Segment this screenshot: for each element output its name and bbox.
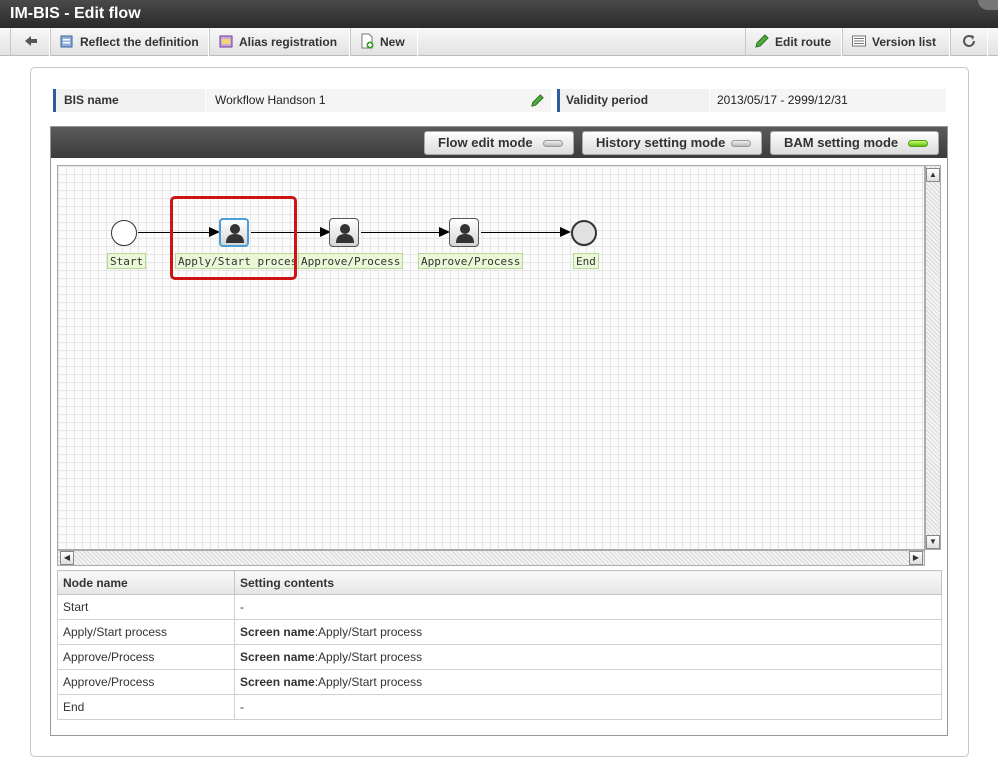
validity-label-cell: Validity period xyxy=(557,89,709,112)
flow-arrow xyxy=(481,227,571,237)
version-list-button[interactable]: Version list xyxy=(842,28,950,56)
flow-edit-mode-toggle[interactable]: Flow edit mode xyxy=(424,131,574,155)
node-name-cell: Approve/Process xyxy=(57,669,235,695)
horizontal-scrollbar[interactable]: ◀ ▶ xyxy=(57,550,925,566)
table-row[interactable]: Approve/Process Screen name:Apply/Start … xyxy=(57,644,942,670)
bis-name-value: Workflow Handson 1 xyxy=(215,93,326,107)
toolbar: Reflect the definition Alias registratio… xyxy=(0,28,998,56)
table-row[interactable]: Start - xyxy=(57,594,942,620)
scroll-right-button[interactable]: ▶ xyxy=(909,551,923,565)
bam-setting-mode-toggle[interactable]: BAM setting mode xyxy=(770,131,939,155)
end-node[interactable] xyxy=(571,220,597,246)
node-settings-table: Node name Setting contents Start - Apply… xyxy=(57,570,942,720)
alias-registration-icon xyxy=(219,35,233,48)
back-button[interactable] xyxy=(10,28,50,56)
bis-name-field: Workflow Handson 1 xyxy=(206,89,551,112)
new-button[interactable]: New xyxy=(350,28,418,56)
node-name-cell: Approve/Process xyxy=(57,644,235,670)
reflect-definition-button[interactable]: Reflect the definition xyxy=(50,28,209,56)
reflect-definition-icon xyxy=(60,35,73,48)
bis-name-label: BIS name xyxy=(64,93,119,107)
setting-contents-header: Setting contents xyxy=(234,570,942,595)
bis-name-label-cell: BIS name xyxy=(53,89,205,112)
pencil-icon xyxy=(755,34,769,48)
start-node[interactable] xyxy=(111,220,137,246)
scroll-up-button[interactable]: ▲ xyxy=(926,168,940,182)
table-row[interactable]: Apply/Start process Screen name:Apply/St… xyxy=(57,619,942,645)
user-icon xyxy=(456,224,474,243)
user-icon xyxy=(336,224,354,243)
setting-cell: Screen name:Apply/Start process xyxy=(234,644,942,670)
end-node-label: End xyxy=(573,253,599,269)
node-name-header: Node name xyxy=(57,570,235,595)
scroll-down-button[interactable]: ▼ xyxy=(926,535,940,549)
history-setting-mode-toggle[interactable]: History setting mode xyxy=(582,131,762,155)
edit-route-button[interactable]: Edit route xyxy=(745,28,842,56)
node-name-cell: Start xyxy=(57,594,235,620)
bam-indicator xyxy=(908,140,928,147)
edit-pencil-icon[interactable] xyxy=(530,93,545,108)
node-name-cell: End xyxy=(57,694,235,720)
refresh-icon xyxy=(963,35,975,47)
setting-cell: Screen name:Apply/Start process xyxy=(234,669,942,695)
scroll-left-button[interactable]: ◀ xyxy=(60,551,74,565)
vertical-scrollbar[interactable]: ▲ ▼ xyxy=(925,165,941,550)
table-row[interactable]: Approve/Process Screen name:Apply/Start … xyxy=(57,669,942,695)
window-titlebar: IM-BIS - Edit flow xyxy=(0,0,998,28)
flow-arrow xyxy=(361,227,450,237)
list-icon xyxy=(852,35,866,47)
node-name-cell: Apply/Start process xyxy=(57,619,235,645)
window-title: IM-BIS - Edit flow xyxy=(10,5,141,22)
validity-value: 2013/05/17 - 2999/12/31 xyxy=(710,89,946,112)
arrow-left-icon xyxy=(25,36,37,46)
approve-node-2-label: Approve/Process xyxy=(418,253,524,269)
history-indicator xyxy=(731,140,751,147)
selection-highlight xyxy=(170,196,297,280)
approve-node-1-label: Approve/Process xyxy=(298,253,404,269)
flow-edit-indicator xyxy=(543,140,563,147)
task-node-approve-1[interactable] xyxy=(329,218,359,247)
table-row[interactable]: End - xyxy=(57,694,942,720)
table-header-row: Node name Setting contents xyxy=(57,570,942,595)
start-node-label: Start xyxy=(107,253,147,269)
refresh-button[interactable] xyxy=(950,28,988,56)
setting-cell: - xyxy=(234,594,942,620)
alias-registration-button[interactable]: Alias registration xyxy=(209,28,350,56)
window-corner xyxy=(978,0,998,10)
task-node-approve-2[interactable] xyxy=(449,218,479,247)
new-document-icon xyxy=(361,33,374,49)
setting-cell: Screen name:Apply/Start process xyxy=(234,619,942,645)
setting-cell: - xyxy=(234,694,942,720)
validity-label: Validity period xyxy=(566,93,649,107)
